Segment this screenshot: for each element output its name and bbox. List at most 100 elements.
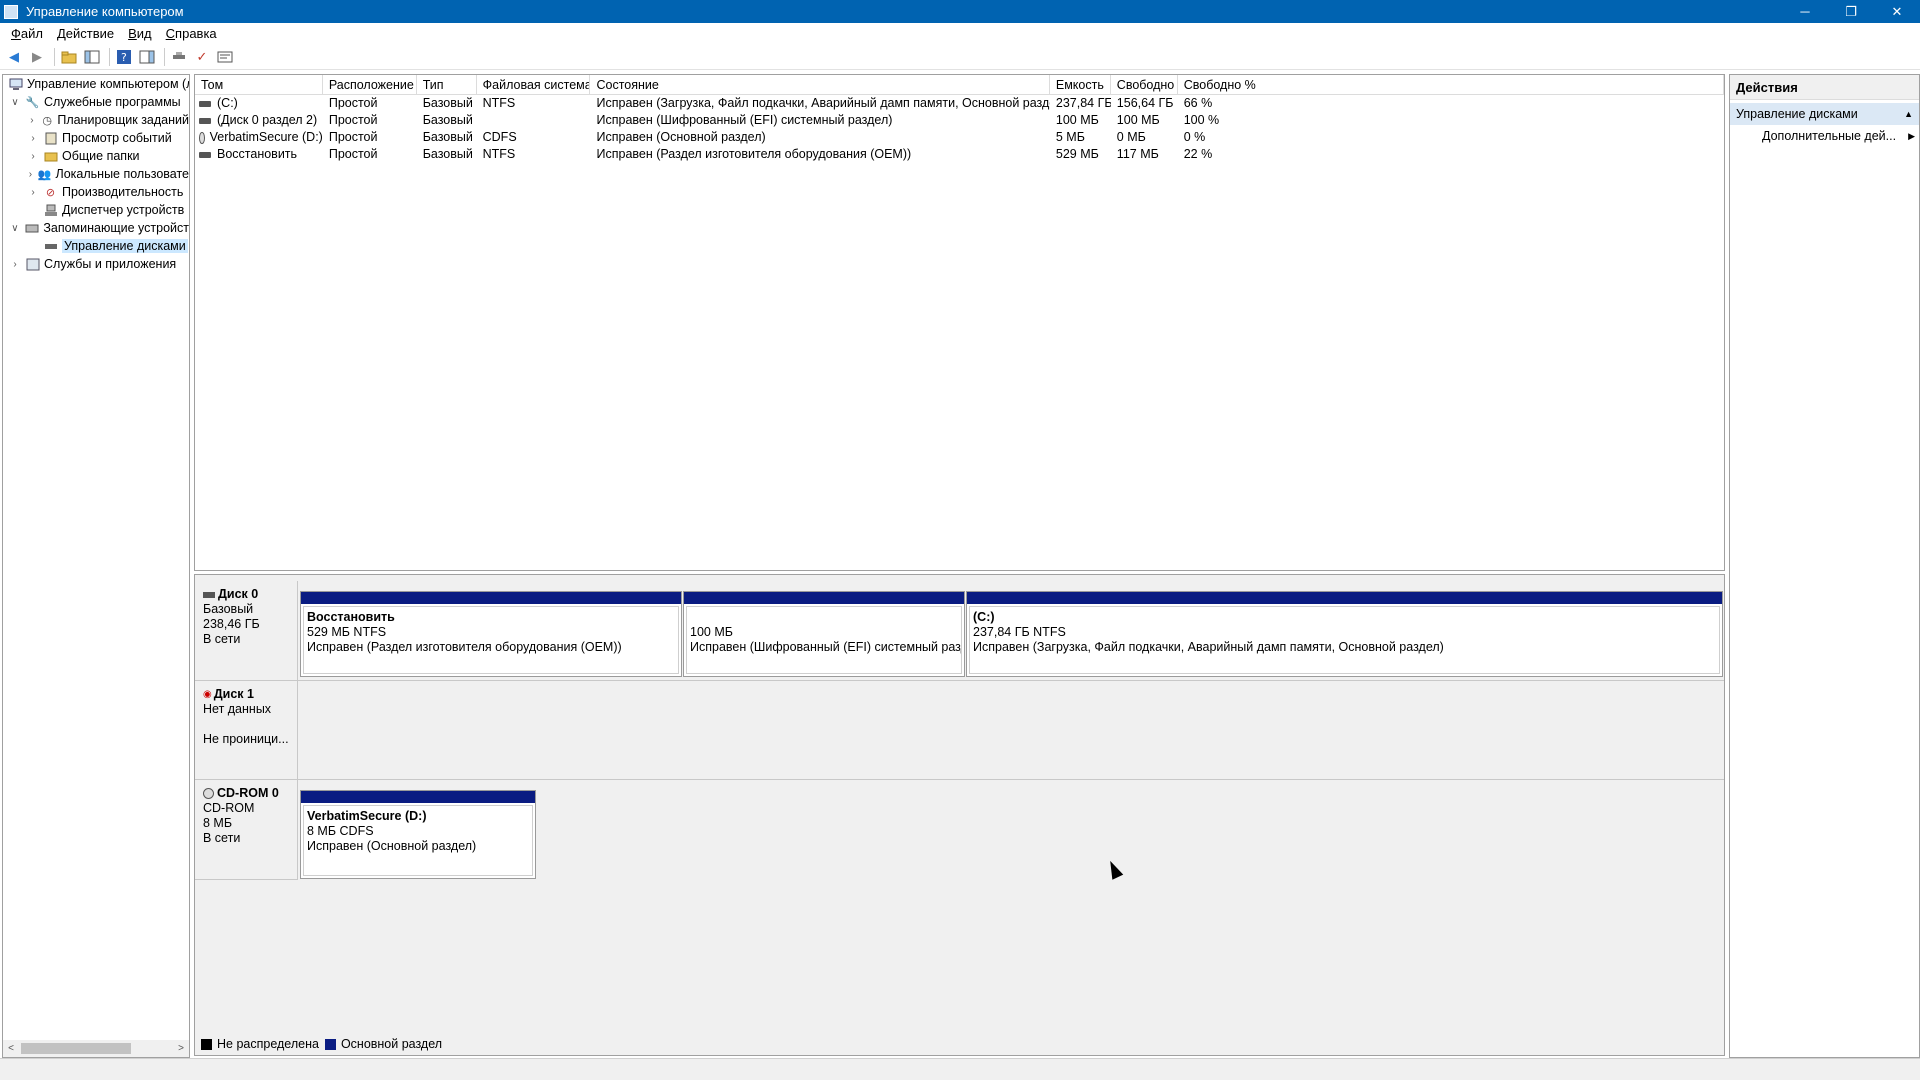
column-header-capacity[interactable]: Емкость xyxy=(1050,75,1111,94)
show-hide-tree-icon[interactable] xyxy=(82,47,102,67)
restore-button[interactable]: ❐ xyxy=(1828,0,1874,23)
menu-view[interactable]: Вид xyxy=(121,26,159,41)
up-folder-icon[interactable] xyxy=(59,47,79,67)
tree-item-shared-folders[interactable]: › Общие папки xyxy=(3,147,189,165)
tools-icon: 🔧 xyxy=(25,96,40,109)
storage-icon xyxy=(25,221,40,235)
partition-bar xyxy=(967,592,1722,604)
partition-c[interactable]: (C:) 237,84 ГБ NTFS Исправен (Загрузка, … xyxy=(966,591,1723,677)
more-actions-item[interactable]: Дополнительные дей... ▶ xyxy=(1730,125,1919,147)
chevron-down-icon[interactable]: ∨ xyxy=(9,223,21,234)
tree-item-performance[interactable]: › ⊘ Производительность xyxy=(3,183,189,201)
scroll-right-icon[interactable]: > xyxy=(173,1043,189,1054)
properties-icon[interactable] xyxy=(215,47,235,67)
drive-icon xyxy=(199,117,211,124)
help-icon[interactable]: ? xyxy=(114,47,134,67)
scrollbar-thumb[interactable] xyxy=(21,1043,131,1054)
legend: Не распределена Основной раздел xyxy=(201,1037,448,1051)
chevron-down-icon[interactable]: ∨ xyxy=(9,97,21,108)
chevron-right-icon[interactable]: › xyxy=(27,169,34,180)
tree-item-system-tools[interactable]: ∨ 🔧 Служебные программы xyxy=(3,93,189,111)
tree-item-local-users[interactable]: › 👥 Локальные пользовате xyxy=(3,165,189,183)
column-header-status[interactable]: Состояние xyxy=(590,75,1050,94)
toolbar: ◀ ▶ ? ✓ xyxy=(0,44,1920,70)
tree-item-device-manager[interactable]: Диспетчер устройств xyxy=(3,201,189,219)
device-manager-icon xyxy=(43,203,58,217)
partition-bar xyxy=(301,791,535,803)
table-row[interactable]: Восстановить Простой Базовый NTFS Исправ… xyxy=(195,146,1724,163)
column-header-free[interactable]: Свободно xyxy=(1111,75,1178,94)
event-log-icon xyxy=(43,131,58,145)
collapse-up-icon[interactable]: ▲ xyxy=(1904,109,1913,119)
close-button[interactable]: ✕ xyxy=(1874,0,1920,23)
table-row[interactable]: VerbatimSecure (D:) Простой Базовый CDFS… xyxy=(195,129,1724,146)
table-row[interactable]: (C:) Простой Базовый NTFS Исправен (Загр… xyxy=(195,95,1724,112)
disk-row-disk1: ◉ Диск 1 Нет данных Не проиници... xyxy=(195,681,1724,780)
disk-label[interactable]: Диск 0 Базовый 238,46 ГБ В сети xyxy=(195,581,298,680)
partition-recovery[interactable]: Восстановить 529 МБ NTFS Исправен (Разде… xyxy=(300,591,682,677)
check-icon[interactable]: ✓ xyxy=(192,47,212,67)
scroll-left-icon[interactable]: < xyxy=(3,1043,19,1054)
disk-row-disk0: Диск 0 Базовый 238,46 ГБ В сети Восстано… xyxy=(195,581,1724,681)
legend-swatch-primary xyxy=(324,1038,336,1050)
column-header-volume[interactable]: Том xyxy=(195,75,323,94)
tree-item-services[interactable]: › Службы и приложения xyxy=(3,255,189,273)
chevron-right-icon[interactable]: › xyxy=(27,133,39,144)
column-header-layout[interactable]: Расположение xyxy=(323,75,417,94)
actions-header: Действия xyxy=(1730,75,1919,100)
users-icon: 👥 xyxy=(37,168,52,181)
svg-text:?: ? xyxy=(121,51,127,64)
legend-label-unallocated: Не распределена xyxy=(217,1037,319,1051)
cd-drive-icon xyxy=(199,131,205,144)
minimize-button[interactable]: ─ xyxy=(1782,0,1828,23)
title-bar: Управление компьютером ─ ❐ ✕ xyxy=(0,0,1920,23)
tree-item-task-scheduler[interactable]: › ◷ Планировщик заданий xyxy=(3,111,189,129)
menu-bar: Файл Действие Вид Справка xyxy=(0,23,1920,44)
actions-section-disk-management[interactable]: Управление дисками ▲ xyxy=(1730,103,1919,125)
window-title: Управление компьютером xyxy=(26,4,184,19)
disk-label[interactable]: CD-ROM 0 CD-ROM 8 МБ В сети xyxy=(195,780,298,880)
column-header-free-percent[interactable]: Свободно % xyxy=(1178,75,1724,94)
table-row[interactable]: (Диск 0 раздел 2) Простой Базовый Исправ… xyxy=(195,112,1724,129)
disk-row-cdrom0: CD-ROM 0 CD-ROM 8 МБ В сети VerbatimSecu… xyxy=(195,780,1724,880)
chevron-right-icon[interactable]: › xyxy=(27,187,39,198)
services-icon xyxy=(25,257,40,271)
toolbar-separator xyxy=(164,47,165,66)
navigation-tree: Управление компьютером (л ∨ 🔧 Служебные … xyxy=(2,74,190,1058)
partition-efi[interactable]: 100 МБ Исправен (Шифрованный (EFI) систе… xyxy=(683,591,965,677)
column-header-type[interactable]: Тип xyxy=(417,75,477,94)
status-bar xyxy=(0,1058,1920,1080)
menu-file[interactable]: Файл xyxy=(4,26,50,41)
menu-help[interactable]: Справка xyxy=(159,26,224,41)
shared-folder-icon xyxy=(43,149,58,163)
cd-drive-icon xyxy=(203,788,214,799)
drive-icon xyxy=(199,100,211,107)
menu-action[interactable]: Действие xyxy=(50,26,121,41)
chevron-right-icon[interactable]: › xyxy=(27,115,37,126)
tree-item-disk-management[interactable]: Управление дисками xyxy=(3,237,189,255)
volume-list-header: Том Расположение Тип Файловая система Со… xyxy=(195,75,1724,95)
legend-label-primary: Основной раздел xyxy=(340,1037,443,1051)
connect-icon[interactable] xyxy=(169,47,189,67)
drive-icon xyxy=(199,151,211,158)
tree-item-storage[interactable]: ∨ Запоминающие устройст xyxy=(3,219,189,237)
partition-verbatim[interactable]: VerbatimSecure (D:) 8 МБ CDFS Исправен (… xyxy=(300,790,536,879)
disk-icon xyxy=(203,591,215,598)
partition-bar xyxy=(301,592,681,604)
column-header-filesystem[interactable]: Файловая система xyxy=(477,75,591,94)
chevron-right-icon[interactable]: › xyxy=(9,259,21,270)
tree-horizontal-scrollbar[interactable]: < > xyxy=(3,1040,189,1057)
performance-icon: ⊘ xyxy=(45,186,56,199)
forward-arrow-icon[interactable]: ▶ xyxy=(27,47,47,67)
volume-list: Том Расположение Тип Файловая система Со… xyxy=(194,74,1725,571)
partition-bar xyxy=(684,592,964,604)
back-arrow-icon[interactable]: ◀ xyxy=(4,47,24,67)
show-hide-action-pane-icon[interactable] xyxy=(137,47,157,67)
chevron-right-icon[interactable]: › xyxy=(27,151,39,162)
disk-label[interactable]: ◉ Диск 1 Нет данных Не проиници... xyxy=(195,681,298,779)
tree-item-computer-management[interactable]: Управление компьютером (л xyxy=(3,75,189,93)
computer-management-icon xyxy=(9,77,23,91)
submenu-arrow-icon: ▶ xyxy=(1908,130,1915,141)
tree-item-event-viewer[interactable]: › Просмотр событий xyxy=(3,129,189,147)
computer-management-icon xyxy=(4,4,18,19)
